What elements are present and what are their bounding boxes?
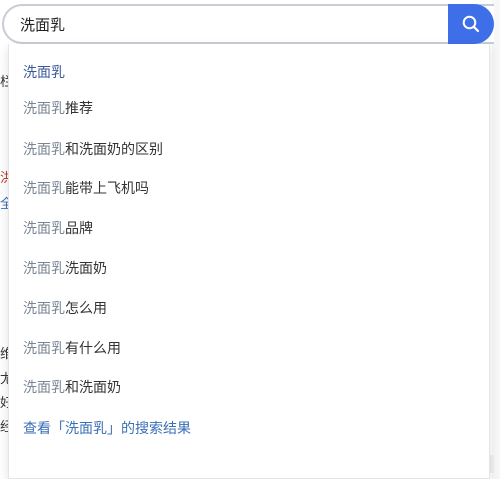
suggestion-suffix: 和洗面奶的区别 [65, 142, 163, 158]
suggestion-highlight: 洗面乳 [23, 181, 65, 197]
suggestion-suffix: 和洗面奶 [65, 380, 121, 396]
suggestion-highlight: 洗面乳 [23, 221, 65, 237]
search-button[interactable] [448, 4, 494, 44]
search-bar [2, 4, 494, 44]
suggestion-item[interactable]: 洗面乳品牌 [23, 218, 93, 240]
suggestion-dropdown: 洗面乳 洗面乳推荐 洗面乳和洗面奶的区别 洗面乳能带上飞机吗 洗面乳品牌 洗面乳… [8, 44, 490, 479]
suggestion-item[interactable]: 洗面乳推荐 [23, 98, 93, 120]
view-all-results-link[interactable]: 查看「洗面乳」的搜索结果 [23, 418, 191, 440]
suggestion-suffix: 有什么用 [65, 341, 121, 357]
suggestion-item[interactable]: 洗面乳能带上飞机吗 [23, 178, 149, 200]
search-icon [462, 15, 480, 33]
suggestion-highlight: 洗面乳 [23, 261, 65, 277]
suggestion-suffix: 品牌 [65, 221, 93, 237]
suggestion-item[interactable]: 洗面乳洗面奶 [23, 258, 107, 280]
suggestion-highlight: 洗面乳 [23, 142, 65, 158]
suggestion-highlight: 洗面乳 [23, 301, 65, 317]
suggestion-highlight: 洗面乳 [23, 380, 65, 396]
suggestion-suffix: 能带上飞机吗 [65, 181, 149, 197]
suggestion-suffix: 怎么用 [65, 301, 107, 317]
suggestion-highlight: 洗面乳 [23, 341, 65, 357]
suggestion-item[interactable]: 洗面乳和洗面奶的区别 [23, 139, 163, 161]
suggestion-suffix: 推荐 [65, 101, 93, 117]
suggestion-item[interactable]: 洗面乳 [23, 62, 65, 84]
suggestion-item[interactable]: 洗面乳怎么用 [23, 298, 107, 320]
suggestion-highlight: 洗面乳 [23, 65, 65, 81]
suggestion-highlight: 洗面乳 [23, 101, 65, 117]
suggestion-item[interactable]: 洗面乳和洗面奶 [23, 377, 121, 399]
suggestion-item[interactable]: 洗面乳有什么用 [23, 338, 121, 360]
suggestion-suffix: 洗面奶 [65, 261, 107, 277]
search-input[interactable] [20, 9, 440, 39]
background-page-edge [492, 0, 500, 479]
